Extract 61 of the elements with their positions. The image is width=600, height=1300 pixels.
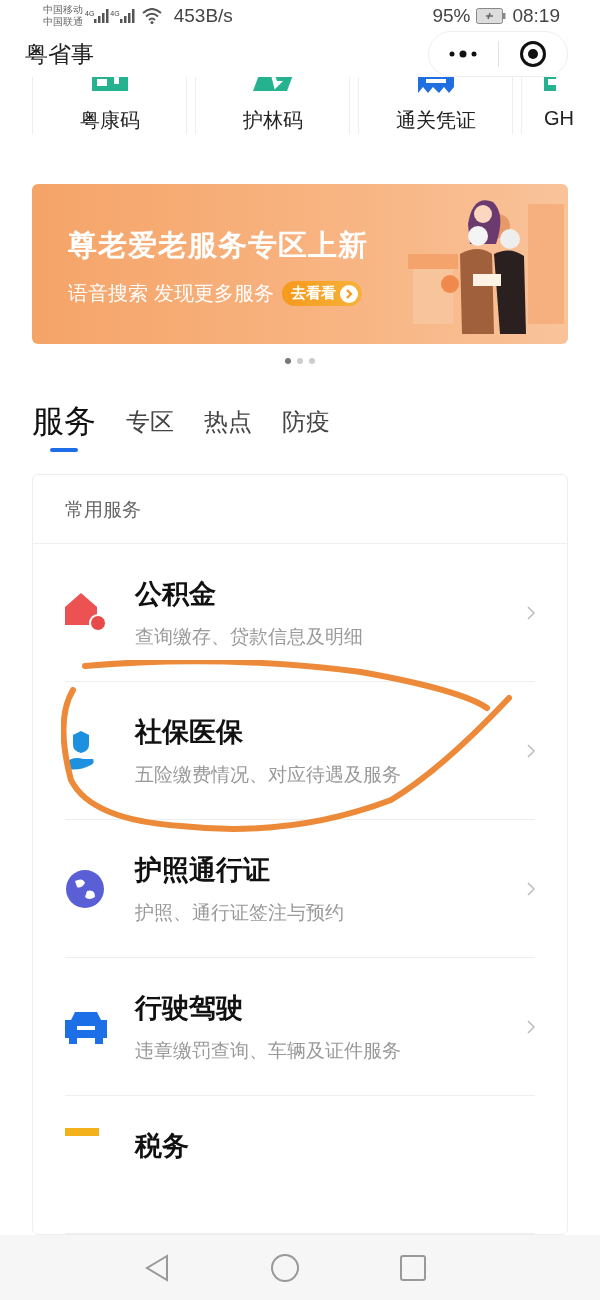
chevron-right-icon xyxy=(527,1019,535,1034)
back-button[interactable] xyxy=(144,1253,170,1282)
home-icon xyxy=(270,1252,300,1283)
service-title: 行驶驾驶 xyxy=(135,991,244,1025)
service-title: 社保医保 xyxy=(135,715,244,749)
chevron-right-icon xyxy=(339,284,358,303)
tax-icon xyxy=(65,1128,99,1136)
tile-label: 通关凭证 xyxy=(395,108,476,134)
service-row[interactable]: 社保医保 五险缴费情况、对应待遇及服务 xyxy=(65,682,535,820)
chevron-right-icon xyxy=(527,743,535,758)
clock-time: 08:19 xyxy=(512,4,560,27)
tree-code-icon xyxy=(252,77,293,92)
carousel-dot[interactable] xyxy=(309,358,315,364)
code-icon xyxy=(544,77,556,92)
service-row[interactable]: 税务 xyxy=(65,1096,535,1234)
service-title: 公积金 xyxy=(135,577,217,611)
network-speed: 453B/s xyxy=(173,4,233,27)
banner-subtitle: 语音搜索 发现更多服务 xyxy=(68,281,274,306)
target-icon xyxy=(518,40,547,69)
carousel-dot[interactable] xyxy=(297,358,303,364)
service-title: 护照通行证 xyxy=(135,853,271,887)
back-icon xyxy=(144,1253,170,1282)
category-tab[interactable]: 专区 xyxy=(126,406,174,452)
carrier-label: 中国联通 xyxy=(43,15,83,28)
tile-label: 护林码 xyxy=(242,108,303,134)
car-icon xyxy=(65,1009,107,1044)
service-row[interactable]: 护照通行证 护照、通行证签注与预约 xyxy=(65,820,535,958)
home-button[interactable] xyxy=(270,1252,300,1283)
service-tile[interactable]: 通关凭证 xyxy=(358,77,513,134)
category-tab[interactable]: 热点 xyxy=(204,406,252,452)
service-description: 违章缴罚查询、车辆及证件服务 xyxy=(135,1038,402,1063)
recents-button[interactable] xyxy=(400,1254,426,1281)
qr-code-icon xyxy=(91,77,128,92)
banner-title: 尊老爱老服务专区上新 xyxy=(68,228,369,263)
chevron-right-icon xyxy=(527,881,535,896)
tile-label: GH xyxy=(544,107,574,131)
battery-icon xyxy=(476,7,507,24)
carousel-dot[interactable] xyxy=(285,358,291,364)
category-tab[interactable]: 服务 xyxy=(32,400,96,452)
service-description: 护照、通行证签注与预约 xyxy=(135,900,345,925)
recents-icon xyxy=(400,1254,426,1281)
carrier-label: 中国移动 xyxy=(43,3,83,16)
service-tile[interactable]: 护林码 xyxy=(195,77,350,134)
tile-label: 粤康码 xyxy=(79,108,140,134)
section-heading: 常用服务 xyxy=(33,475,567,544)
signal-icon xyxy=(119,8,136,23)
service-description: 查询缴存、贷款信息及明细 xyxy=(135,624,364,649)
chevron-right-icon xyxy=(527,605,535,620)
service-row[interactable]: 公积金 查询缴存、贷款信息及明细 xyxy=(65,544,535,682)
service-row[interactable]: 行驶驾驶 违章缴罚查询、车辆及证件服务 xyxy=(65,958,535,1096)
service-title: 税务 xyxy=(135,1130,190,1163)
globe-icon xyxy=(65,868,105,909)
ticket-icon xyxy=(417,77,454,94)
service-tile[interactable]: 粤康码 xyxy=(32,77,187,134)
wifi-icon xyxy=(141,7,162,24)
signal-icon xyxy=(94,8,111,23)
more-icon xyxy=(448,49,479,60)
service-description: 五险缴费情况、对应待遇及服务 xyxy=(135,762,402,787)
app-title: 粤省事 xyxy=(25,39,94,69)
category-tab[interactable]: 防疫 xyxy=(282,406,330,452)
battery-percent: 95% xyxy=(432,4,471,27)
